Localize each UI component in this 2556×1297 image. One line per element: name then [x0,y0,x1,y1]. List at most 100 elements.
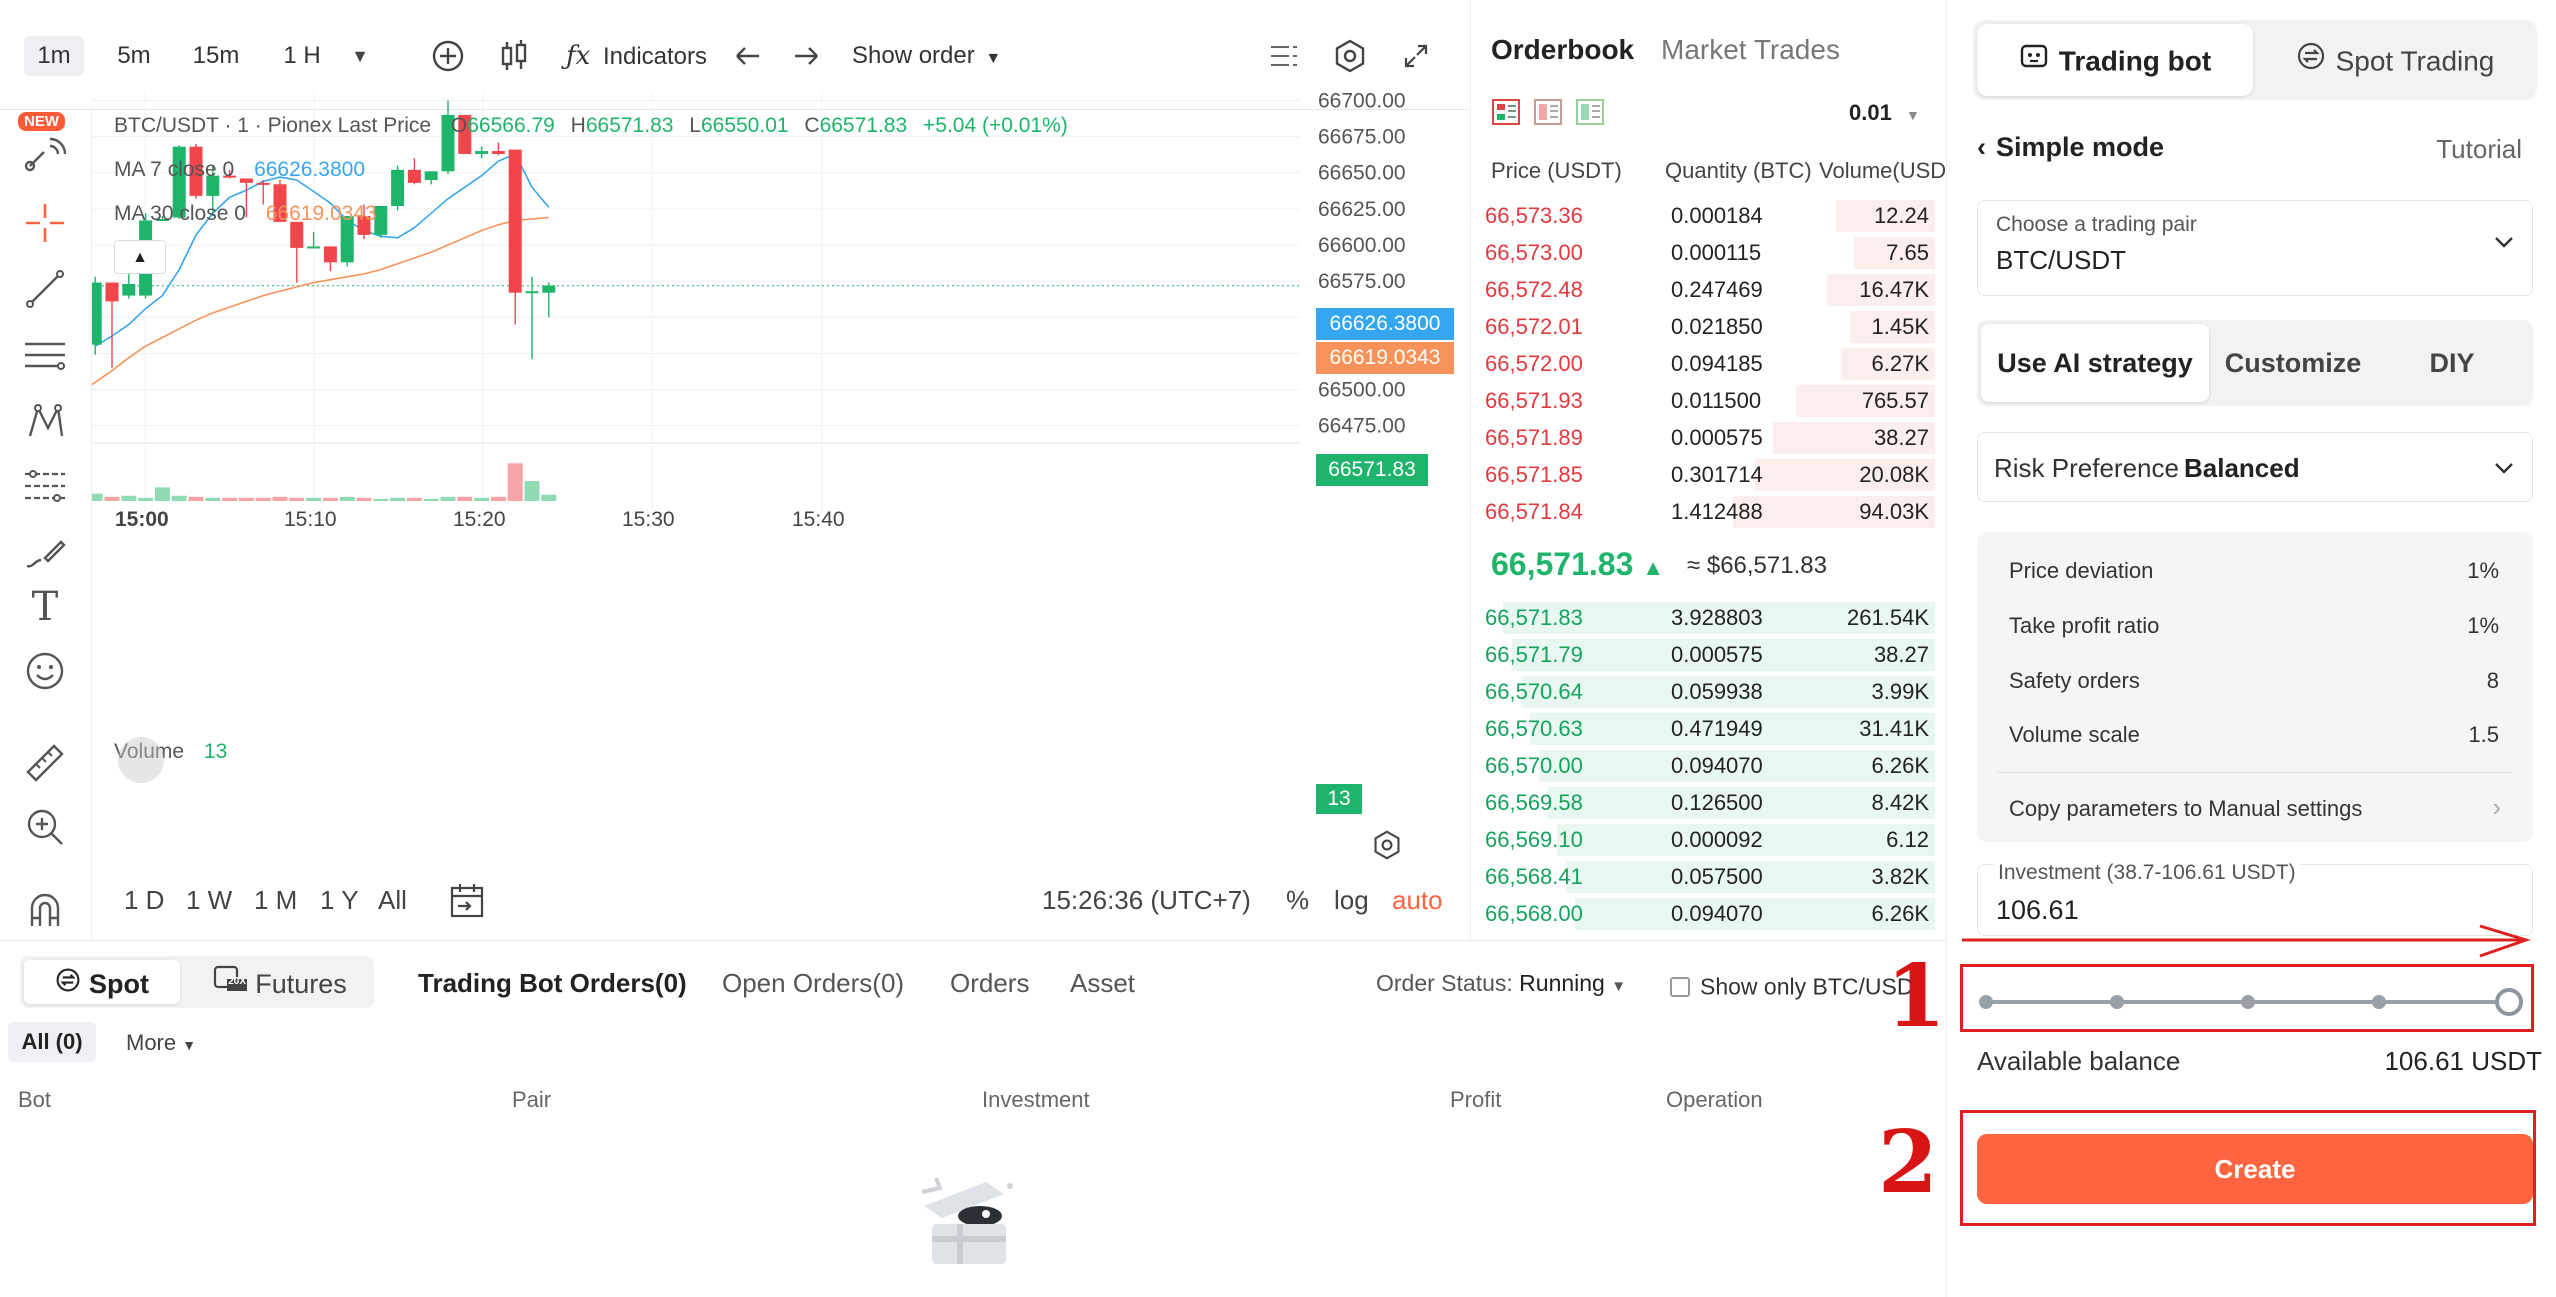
bid-row[interactable]: 66,569.58 0.126500 8.42K [1485,785,1935,821]
brush-tool-icon[interactable] [18,526,72,580]
timeframe-15m[interactable]: 15m [184,36,248,76]
ask-row[interactable]: 66,571.84 1.412488 94.03K [1485,494,1935,530]
range-1d[interactable]: 1 D [124,885,164,916]
timeframe-1m[interactable]: 1m [24,36,84,76]
price-chart[interactable]: 66725.0066700.0066675.0066650.0066625.00… [92,92,1470,937]
trend-signal-tool-icon[interactable] [18,126,72,180]
range-1w[interactable]: 1 W [186,885,232,916]
tab-spot-trading[interactable]: Spot Trading [2257,24,2533,96]
ask-row[interactable]: 66,571.85 0.301714 20.08K [1485,457,1935,493]
bid-row[interactable]: 66,569.10 0.000092 6.12 [1485,822,1935,858]
simple-mode-toggle[interactable]: ‹ Simple mode [1977,132,2164,163]
y-tick-label: 66575.00 [1318,270,1406,293]
tab-customize[interactable]: Customize [2213,324,2373,402]
risk-preference-select[interactable]: Risk Preference Balanced [1977,432,2533,502]
add-indicator-icon[interactable] [426,34,470,78]
tab-asset[interactable]: Asset [1070,968,1135,999]
undo-icon[interactable] [726,34,770,78]
bid-row[interactable]: 66,570.64 0.059938 3.99K [1485,674,1935,710]
price-cell: 66,570.63 [1485,716,1583,741]
pair-select[interactable]: Choose a trading pair BTC/USDT [1977,200,2533,296]
orderbook-asks-view-icon[interactable] [1533,98,1563,131]
orderbook-bids-view-icon[interactable] [1575,98,1605,131]
volume-cell: 38.27 [1873,642,1929,667]
bid-row[interactable]: 66,571.83 3.928803 261.54K [1485,600,1935,636]
price-cell: 66,572.01 [1485,314,1583,339]
bid-row[interactable]: 66,571.79 0.000575 38.27 [1485,637,1935,673]
tab-orderbook[interactable]: Orderbook [1491,34,1634,66]
filter-more-dropdown[interactable]: More ▼ [126,1030,196,1056]
line-tool-icon[interactable] [18,262,72,316]
show-order-dropdown[interactable]: Show order ▼ [852,36,1001,76]
tab-use-ai-strategy[interactable]: Use AI strategy [1981,324,2209,402]
text-tool-icon[interactable]: T [18,580,72,634]
magnet-tool-icon[interactable] [18,882,72,936]
candle-type-icon[interactable] [492,34,536,78]
precision-select[interactable]: 0.01 ▼ [1849,100,1920,126]
ask-row[interactable]: 66,572.01 0.021850 1.45K [1485,309,1935,345]
timeframe-dropdown-icon[interactable]: ▼ [338,34,382,78]
zoom-in-tool-icon[interactable] [18,800,72,854]
ask-row[interactable]: 66,573.00 0.000115 7.65 [1485,235,1935,271]
tab-spot[interactable]: Spot [24,960,180,1004]
tab-trading-bot[interactable]: Trading bot [1977,24,2253,96]
checkbox[interactable] [1670,976,1690,997]
quantity-cell: 0.000575 [1671,642,1763,667]
tutorial-link[interactable]: Tutorial [2436,134,2522,165]
ask-row[interactable]: 66,573.36 0.000184 12.24 [1485,198,1935,234]
parallel-lines-tool-icon[interactable] [18,328,72,382]
volume-cell: 3.99K [1871,679,1930,704]
volume-bar [541,494,557,501]
timeframe-5m[interactable]: 5m [104,36,164,76]
filter-all[interactable]: All (0) [8,1022,96,1062]
order-status-dropdown[interactable]: Order Status: Running ▼ [1376,970,1626,997]
ask-row[interactable]: 66,572.00 0.094185 6.27K [1485,346,1935,382]
price-cell: 66,570.00 [1485,753,1583,778]
ask-row[interactable]: 66,572.48 0.247469 16.47K [1485,272,1935,308]
indicators-button[interactable]: ƒx Indicators [566,36,707,76]
bid-row[interactable]: 66,568.41 0.057500 3.82K [1485,859,1935,895]
collapse-legend-button[interactable]: ▲ [114,240,166,274]
quantity-cell: 0.247469 [1671,277,1763,302]
tab-trading-bot-orders[interactable]: Trading Bot Orders(0) [418,968,687,999]
emoji-tool-icon[interactable] [18,644,72,698]
bid-row[interactable]: 66,570.00 0.094070 6.26K [1485,748,1935,784]
ask-row[interactable]: 66,571.89 0.000575 38.27 [1485,420,1935,456]
axis-settings-icon[interactable] [1372,830,1406,864]
layout-list-icon[interactable] [1262,34,1306,78]
settings-hexagon-icon[interactable] [1328,34,1372,78]
crosshair-tool-icon[interactable] [18,196,72,250]
copy-parameters-link[interactable]: Copy parameters to Manual settings › [1977,780,2533,834]
range-all[interactable]: All [378,885,407,916]
tab-open-orders[interactable]: Open Orders(0) [722,968,904,999]
show-only-pair-checkbox[interactable]: Show only BTC/USD [1670,972,1913,1000]
goto-date-icon[interactable] [448,882,488,925]
chevron-left-icon: ‹ [1977,132,1986,162]
bid-row[interactable]: 66,568.00 0.094070 6.26K [1485,896,1935,932]
range-1y[interactable]: 1 Y [320,885,359,916]
tab-orders[interactable]: Orders [950,968,1029,999]
pattern-tool-icon[interactable] [18,394,72,448]
auto-toggle[interactable]: auto [1392,885,1443,916]
volume-bar [121,495,137,501]
timeframe-1h[interactable]: 1 H [272,36,332,76]
range-1m[interactable]: 1 M [254,885,297,916]
orderbook-both-view-icon[interactable] [1491,98,1521,131]
bid-row[interactable]: 66,570.63 0.471949 31.41K [1485,711,1935,747]
chevron-down-icon: ▼ [1611,978,1627,995]
ask-row[interactable]: 66,571.93 0.011500 765.57 [1485,383,1935,419]
change-value: +5.04 (+0.01%) [923,114,1068,137]
annotation-arrow [1960,924,2532,965]
tab-futures[interactable]: 20X Futures [190,960,370,1004]
percent-toggle[interactable]: % [1286,885,1309,916]
tab-diy[interactable]: DIY [2377,324,2527,402]
fullscreen-icon[interactable] [1394,34,1438,78]
param-label: Take profit ratio [2009,613,2160,638]
ruler-tool-icon[interactable] [18,736,72,790]
candle-body [525,291,539,294]
available-balance-label: Available balance [1977,1046,2181,1076]
fib-tool-icon[interactable] [18,460,72,514]
log-toggle[interactable]: log [1334,885,1369,916]
redo-icon[interactable] [784,34,828,78]
tab-market-trades[interactable]: Market Trades [1661,34,1840,66]
